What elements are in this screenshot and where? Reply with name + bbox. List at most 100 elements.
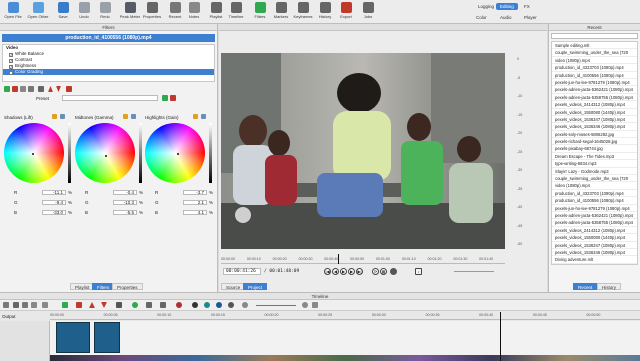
redo-button[interactable]: Redo bbox=[93, 2, 117, 22]
tab-project[interactable]: Project bbox=[243, 283, 268, 290]
tab-properties[interactable]: Properties bbox=[112, 283, 143, 290]
timeline-clip[interactable] bbox=[56, 322, 90, 353]
timeline-menu-icon[interactable] bbox=[3, 302, 9, 308]
recent-item[interactable]: couple_swimming_under_the_sea (720 bbox=[552, 175, 637, 183]
timeline-clip[interactable] bbox=[94, 322, 120, 353]
ripple-markers-icon[interactable] bbox=[228, 302, 234, 308]
recent-item[interactable]: Diving adventure.mlt bbox=[552, 256, 637, 264]
skip-next-button[interactable]: ▶| bbox=[356, 268, 363, 275]
properties-button[interactable]: Properties bbox=[140, 2, 164, 22]
recent-item[interactable]: pexels_videos_1550080 (1440p).mp4 bbox=[552, 109, 637, 116]
recent-item[interactable]: pexels-soly-moses-5806282.jpg bbox=[552, 131, 637, 139]
add-filter-icon[interactable] bbox=[4, 86, 10, 92]
color-wheel[interactable] bbox=[75, 123, 135, 183]
prev-marker-icon[interactable] bbox=[146, 302, 152, 308]
overwrite-icon[interactable] bbox=[101, 302, 107, 308]
timeline-button[interactable]: Timeline bbox=[224, 2, 248, 22]
cut-icon[interactable] bbox=[13, 302, 19, 308]
zoom-in-icon[interactable] bbox=[302, 302, 308, 308]
preset-delete-icon[interactable] bbox=[170, 95, 176, 101]
skip-previous-button[interactable]: |◀ bbox=[324, 268, 331, 275]
filter-item[interactable]: ✓ Color Grading bbox=[3, 69, 214, 75]
jobs-button[interactable]: Jobs bbox=[356, 2, 380, 22]
tab-filters[interactable]: Filters bbox=[92, 283, 115, 290]
recent-item[interactable]: Sample editing.mlt bbox=[552, 42, 637, 50]
snap-icon[interactable] bbox=[176, 302, 182, 308]
close-filter-icon[interactable] bbox=[66, 86, 72, 92]
ripple-all-icon[interactable] bbox=[216, 302, 222, 308]
recent-item[interactable]: video (1080p).mp4 bbox=[552, 57, 637, 65]
lift-icon[interactable] bbox=[89, 302, 95, 308]
wheel-handle[interactable] bbox=[105, 155, 107, 157]
recent-item[interactable]: production_id_4323703 (1080p).mp4 bbox=[552, 64, 637, 72]
open-file-button[interactable]: Open File bbox=[1, 2, 25, 22]
color-wheel[interactable] bbox=[145, 123, 205, 183]
channel-g-input[interactable]: 2.1 bbox=[183, 200, 207, 205]
play-button[interactable]: ▶ bbox=[340, 268, 347, 275]
preset-select[interactable] bbox=[62, 95, 158, 101]
recent-item[interactable]: Slayin' Lazy - Godmode.mp3 bbox=[552, 168, 637, 176]
remove-filter-icon[interactable] bbox=[12, 86, 18, 92]
channel-b-input[interactable]: -5.5 bbox=[113, 210, 137, 215]
deselect-filter-icon[interactable] bbox=[38, 86, 44, 92]
recent-item[interactable]: type-writing-6834.mp3 bbox=[552, 160, 637, 168]
grid-button[interactable]: ▦ bbox=[380, 268, 387, 275]
filter-enable-checkbox[interactable]: ✓ bbox=[9, 52, 13, 57]
recent-item[interactable]: pexels-jun-ho-lee-9781279 (1080p).mp4 bbox=[552, 205, 637, 212]
reset-icon[interactable] bbox=[60, 114, 65, 119]
tab-history[interactable]: History bbox=[597, 283, 622, 290]
channel-r-input[interactable]: -3.7 bbox=[183, 190, 207, 195]
recent-item[interactable]: pexels_videos_1536347 (1080p).mp4 bbox=[552, 116, 637, 124]
keyframes-button[interactable]: Keyframes bbox=[291, 2, 315, 22]
append-icon[interactable] bbox=[42, 302, 48, 308]
split-icon[interactable] bbox=[116, 302, 122, 308]
wheel-handle[interactable] bbox=[177, 153, 179, 155]
markers-button[interactable]: Markers bbox=[269, 2, 293, 22]
recent-item[interactable]: pexels-adrien-jacta-5358755 (1080p).mp4 bbox=[552, 94, 637, 102]
move-up-filter-icon[interactable] bbox=[48, 86, 53, 92]
recent-item[interactable]: pexels-jun-ho-lee-9781279 (1080p).mp4 bbox=[552, 79, 637, 87]
tab-playlist[interactable]: Playlist bbox=[70, 283, 95, 290]
recent-item[interactable]: pexels_videos_1536346 (1080p).mp4 bbox=[552, 123, 637, 131]
keyframe-icon[interactable] bbox=[123, 114, 128, 119]
timecode-current[interactable]: 00:00:41:26 bbox=[223, 268, 261, 275]
recent-search-input[interactable] bbox=[551, 33, 638, 39]
channel-r-input[interactable]: -11.1 bbox=[42, 190, 66, 195]
ripple-icon[interactable] bbox=[204, 302, 210, 308]
channel-r-input[interactable]: -0.4 bbox=[113, 190, 137, 195]
channel-b-input[interactable]: -33.0 bbox=[42, 210, 66, 215]
scrub-icon[interactable] bbox=[192, 302, 198, 308]
color-wheel[interactable] bbox=[4, 123, 64, 183]
tab-recent[interactable]: Recent bbox=[573, 283, 598, 290]
recent-item[interactable]: pexels_videos_1536347 (1080p).mp4 bbox=[552, 242, 637, 249]
recent-item[interactable]: couple_swimming_under_the_sea (720 bbox=[552, 49, 637, 57]
zoom-fit-icon[interactable] bbox=[312, 302, 318, 308]
recent-item[interactable]: pexels_videos_1550080 (1440p).mp4 bbox=[552, 234, 637, 242]
timeline-thumbnail-strip[interactable] bbox=[50, 355, 640, 361]
channel-g-input[interactable]: -10.3 bbox=[113, 200, 137, 205]
open-other-button[interactable]: Open Other bbox=[26, 2, 50, 22]
recent-item[interactable]: Dream Escape - The Tides.mp3 bbox=[552, 153, 637, 161]
layout-player-button[interactable]: Player bbox=[520, 14, 541, 21]
recent-item[interactable]: production_id_4100556 (1080p).mp4 bbox=[552, 72, 637, 79]
channel-b-input[interactable]: 4.1 bbox=[183, 210, 207, 215]
reset-icon[interactable] bbox=[201, 114, 206, 119]
peak-meter-button[interactable]: Peak Meter bbox=[118, 2, 142, 22]
layout-editing-button[interactable]: Editing bbox=[496, 3, 518, 10]
recent-item[interactable]: video (1080p).mp4 bbox=[552, 182, 637, 190]
player-playhead[interactable] bbox=[338, 254, 339, 264]
recent-item[interactable]: pexels_videos_2414312 (1080p).mp4 bbox=[552, 101, 637, 109]
luma-slider[interactable] bbox=[68, 123, 71, 183]
timeline-playhead[interactable] bbox=[500, 312, 501, 361]
recent-item[interactable]: pexels-pixabay-68744.jpg bbox=[552, 145, 637, 153]
copy-filter-icon[interactable] bbox=[20, 86, 26, 92]
channel-g-input[interactable]: -9.4 bbox=[42, 200, 66, 205]
copy-icon[interactable] bbox=[22, 302, 28, 308]
volume-slider[interactable] bbox=[454, 271, 494, 272]
player-ruler[interactable]: 00:00:00 00:00:10 00:00:20 00:00:30 00:00:40… bbox=[221, 256, 505, 264]
volume-button[interactable]: ♪ bbox=[415, 268, 422, 275]
fast-forward-button[interactable]: ▶ bbox=[348, 268, 355, 275]
timeline-zoom-slider[interactable] bbox=[256, 305, 296, 306]
tab-source[interactable]: Source bbox=[221, 283, 246, 290]
move-down-filter-icon[interactable] bbox=[56, 86, 61, 92]
